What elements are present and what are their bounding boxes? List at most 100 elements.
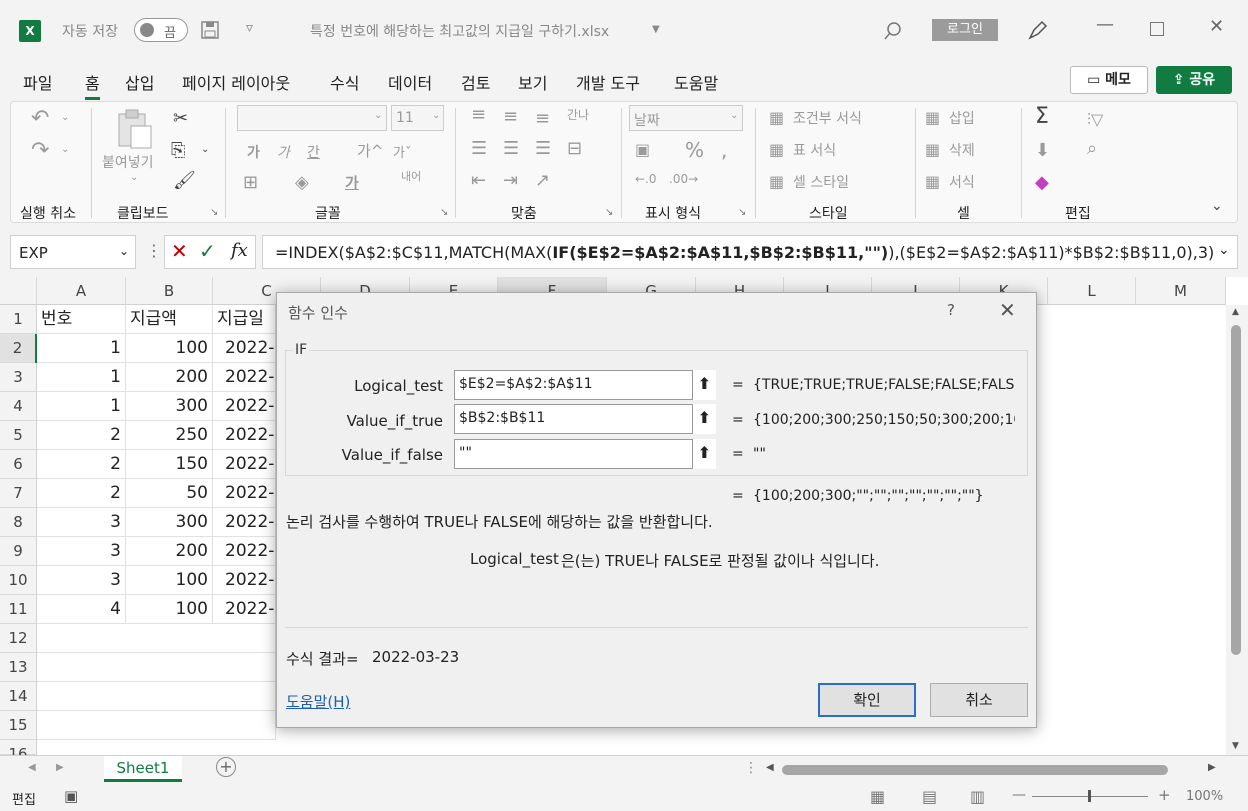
phonetic-icon[interactable]: 내어 [401, 168, 421, 184]
cell-blank[interactable] [37, 653, 276, 682]
row-header[interactable]: 14 [0, 682, 37, 711]
cell-number[interactable]: 4 [37, 595, 126, 624]
row-header[interactable]: 9 [0, 537, 37, 566]
menu-home[interactable]: 홈 [85, 70, 100, 100]
col-header-b[interactable]: B [126, 277, 213, 305]
undo-dropdown-icon[interactable]: ⌄ [61, 112, 69, 123]
insert-cells-label[interactable]: 삽입 [949, 108, 975, 128]
cell-date[interactable]: 2022-0 [213, 450, 276, 479]
decrease-indent-icon[interactable]: ⇤ [471, 170, 486, 191]
row-header[interactable]: 8 [0, 508, 37, 537]
ok-button[interactable]: 확인 [818, 683, 916, 717]
autosum-icon[interactable]: Σ [1035, 104, 1049, 129]
underline-icon[interactable]: 간 [307, 142, 320, 162]
conditional-format-label[interactable]: 조건부 서식 [793, 108, 862, 128]
font-launcher-icon[interactable]: ↘ [440, 207, 448, 218]
header-cell-number[interactable]: 번호 [37, 305, 126, 334]
cell-blank[interactable] [1037, 305, 1048, 334]
cell-blank[interactable] [37, 682, 276, 711]
share-button[interactable]: ⇪ 공유 [1156, 66, 1232, 94]
row-header[interactable]: 13 [0, 653, 37, 682]
insert-cells-icon[interactable]: ▦ [925, 108, 940, 127]
page-break-view-icon[interactable]: ▥ [970, 787, 985, 806]
col-header-l[interactable]: L [1048, 277, 1136, 305]
cell-date[interactable]: 2022-0 [213, 595, 276, 624]
cell-amount[interactable]: 100 [126, 334, 213, 363]
cell-date[interactable]: 2022-0 [213, 392, 276, 421]
decrease-decimal-icon[interactable]: .00→ [669, 172, 698, 186]
horizontal-scroll-thumb[interactable] [782, 765, 1168, 775]
scroll-right-icon[interactable]: ▶ [1208, 762, 1216, 773]
maximize-icon[interactable] [1150, 22, 1164, 36]
align-middle-icon[interactable]: ≡ [503, 106, 518, 127]
normal-view-icon[interactable]: ▦ [870, 787, 885, 806]
cell-number[interactable]: 2 [37, 479, 126, 508]
zoom-level[interactable]: 100% [1186, 789, 1223, 804]
cell-date[interactable]: 2022-0 [213, 479, 276, 508]
row-header[interactable]: 16 [0, 740, 37, 763]
align-center-icon[interactable]: ☰ [503, 138, 519, 159]
name-box[interactable]: EXP ⌄ [10, 235, 136, 269]
delete-cells-label[interactable]: 삭제 [949, 140, 975, 160]
menu-view[interactable]: 보기 [518, 70, 547, 94]
decrease-font-icon[interactable]: 가ˇ [393, 142, 411, 161]
collapse-ribbon-icon[interactable]: ⌄ [1211, 198, 1223, 214]
align-right-icon[interactable]: ☰ [535, 138, 551, 159]
paste-icon[interactable] [115, 108, 155, 152]
align-bottom-icon[interactable]: ≡ [535, 108, 550, 129]
name-box-chevron-icon[interactable]: ⌄ [119, 244, 129, 258]
cell-blank[interactable] [37, 624, 276, 653]
cell-number[interactable]: 2 [37, 421, 126, 450]
dialog-close-icon[interactable]: ✕ [999, 298, 1016, 322]
increase-decimal-icon[interactable]: ←.0 [635, 172, 657, 186]
zoom-out-icon[interactable]: — [1012, 787, 1026, 803]
help-link[interactable]: 도움말(H) [286, 691, 350, 712]
select-all-corner[interactable] [0, 277, 37, 305]
zoom-in-icon[interactable]: + [1158, 786, 1171, 804]
sort-filter-icon[interactable]: ⫶▽ [1087, 110, 1103, 130]
cell-date[interactable]: 2022-0 [213, 537, 276, 566]
copy-icon[interactable]: ⎘ [171, 140, 185, 161]
cell-number[interactable]: 2 [37, 450, 126, 479]
next-sheet-icon[interactable]: ▶ [56, 762, 64, 773]
scroll-left-icon[interactable]: ◀ [766, 762, 774, 773]
bold-icon[interactable]: 가 [247, 142, 260, 162]
cell-number[interactable]: 1 [37, 392, 126, 421]
row-header[interactable]: 11 [0, 595, 37, 624]
enter-formula-icon[interactable]: ✓ [199, 239, 216, 263]
insert-function-icon[interactable]: fx [231, 240, 248, 261]
logical-test-input[interactable]: $E$2=$A$2:$A$11 [454, 370, 715, 400]
row-header[interactable]: 10 [0, 566, 37, 595]
sheet-tab-sheet1[interactable]: Sheet1 [104, 756, 182, 782]
page-layout-view-icon[interactable]: ▤ [922, 787, 937, 806]
cell-style-icon[interactable]: ▦ [769, 172, 784, 191]
autosave-toggle[interactable]: 끔 [134, 18, 188, 42]
pen-icon[interactable] [1026, 18, 1050, 42]
cut-icon[interactable]: ✂ [173, 108, 188, 129]
splitter-icon[interactable]: ⋮ [744, 760, 758, 776]
collapse-dialog-icon[interactable]: ⬆ [692, 370, 716, 400]
redo-dropdown-icon[interactable]: ⌄ [61, 144, 69, 155]
text-direction-icon[interactable]: ↗ [535, 170, 550, 191]
value-if-true-input[interactable]: $B$2:$B$11 [454, 404, 715, 434]
vertical-scrollbar[interactable]: ▲ ▼ [1226, 305, 1248, 755]
menu-formulas[interactable]: 수식 [330, 70, 359, 94]
row-header[interactable]: 1 [0, 305, 37, 334]
row-header[interactable]: 15 [0, 711, 37, 740]
font-size-combo[interactable]: 11 ⌄ [391, 105, 444, 131]
increase-font-icon[interactable]: 가^ [357, 140, 383, 161]
cell-amount[interactable]: 150 [126, 450, 213, 479]
clear-icon[interactable]: ◆ [1035, 172, 1049, 193]
increase-indent-icon[interactable]: ⇥ [503, 170, 518, 191]
expand-formula-icon[interactable]: ⌄ [1218, 242, 1230, 258]
cell-blank[interactable] [37, 711, 276, 740]
row-header[interactable]: 12 [0, 624, 37, 653]
number-launcher-icon[interactable]: ↘ [738, 207, 746, 218]
cell-number[interactable]: 1 [37, 334, 126, 363]
save-icon[interactable] [200, 20, 220, 40]
minimize-icon[interactable]: — [1096, 14, 1114, 35]
row-header[interactable]: 7 [0, 479, 37, 508]
scroll-down-icon[interactable]: ▼ [1232, 741, 1239, 751]
cell-date[interactable]: 2022-0 [213, 566, 276, 595]
dialog-help-icon[interactable]: ? [947, 301, 955, 319]
